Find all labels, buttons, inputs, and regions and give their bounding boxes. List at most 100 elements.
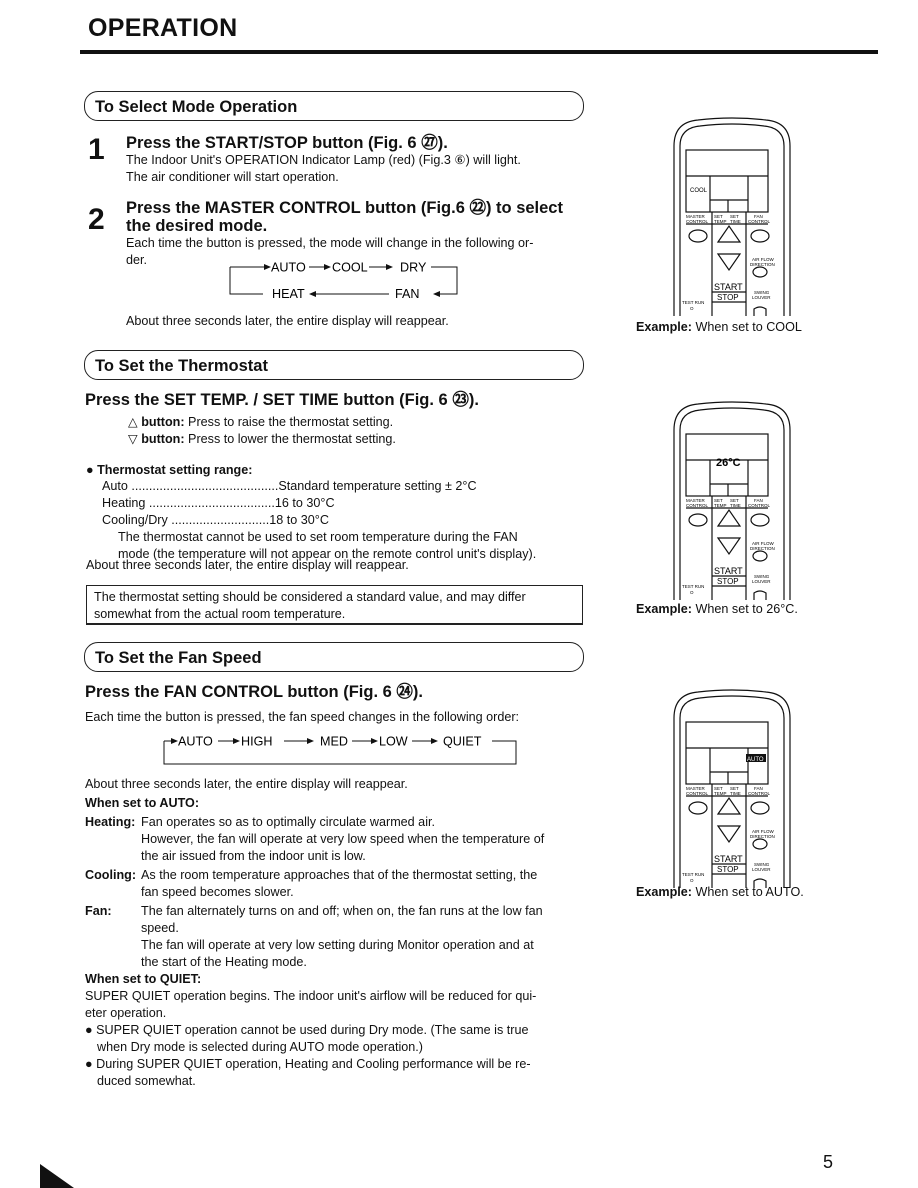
bullet-item: ● SUPER QUIET operation cannot be used d… — [85, 1023, 529, 1054]
remote-label: TEMP — [714, 503, 727, 508]
step-number: 2 — [88, 203, 105, 236]
remote-control-icon: 26°C MASTERCONTROL SETTEMP SETTIME FANCO… — [673, 401, 791, 600]
fan-item: Fan: The fan alternately turns on and of… — [85, 904, 543, 969]
label: Heating: — [85, 815, 136, 829]
range-row: Heating ................................… — [102, 496, 335, 510]
reappear-note: About three seconds later, the entire di… — [85, 777, 408, 791]
remote-label: DIRECTION — [750, 262, 775, 267]
remote-label: CONTROL — [686, 503, 708, 508]
remote-label: TEMP — [714, 219, 727, 224]
label: Fan: — [85, 904, 112, 918]
remote-label: TEST RUN — [682, 300, 704, 305]
quiet-text: eter operation. — [85, 1006, 167, 1020]
cycle-fan: FAN — [395, 287, 420, 301]
remote-label: TEMP — [714, 791, 727, 796]
remote-label: COOL — [690, 188, 708, 194]
reappear-note: About three seconds later, the entire di… — [126, 314, 449, 328]
section-header-fan: To Set the Fan Speed — [84, 642, 584, 672]
section-title: To Set the Thermostat — [95, 357, 268, 375]
page-number: 5 — [823, 1152, 834, 1172]
remote-label: TEST RUN — [682, 584, 704, 589]
cooling-item: Cooling: As the room temperature approac… — [85, 868, 538, 899]
cycle-heat: HEAT — [272, 287, 305, 301]
remote-label: DIRECTION — [750, 546, 775, 551]
section-header-mode: To Select Mode Operation — [84, 91, 584, 121]
cycle-auto: AUTO — [271, 261, 306, 275]
down-button-desc: ▽ button: Press to lower the thermostat … — [128, 431, 396, 448]
remote-label: CONTROL — [748, 219, 770, 224]
cycle-cool: COOL — [332, 261, 368, 275]
remote-label: TEST RUN — [682, 872, 704, 877]
thermostat-note-box: The thermostat setting should be conside… — [86, 585, 583, 625]
step-text: Each time the button is pressed, the mod… — [126, 236, 534, 250]
step-heading: Press the START/STOP button (Fig. 6 ㉗). — [126, 134, 448, 152]
down-triangle-icon: ▽ — [128, 432, 138, 446]
remote-label: O — [690, 306, 694, 311]
range-row: Auto ...................................… — [102, 479, 477, 493]
bullet-icon: ● — [86, 463, 94, 477]
range-title: ● Thermostat setting range: — [86, 462, 252, 479]
remote-control-icon: AUTO MASTERCONTROL SETTEMP SETTIME FANCO… — [673, 689, 791, 888]
thermostat-heading: Press the SET TEMP. / SET TIME button (F… — [85, 391, 479, 409]
range-table: Auto ...................................… — [102, 478, 536, 563]
subheading: When set to AUTO: — [85, 796, 200, 810]
remote-illustration-cool: COOL MASTER CONTROL SET TEMP SET TIME FAN CO… — [668, 116, 798, 321]
fan-mode-note: The thermostat cannot be used to set roo… — [118, 530, 518, 544]
remote-label: 26°C — [716, 457, 741, 469]
remote-label: CONTROL — [748, 791, 770, 796]
remote-label: CONTROL — [686, 219, 708, 224]
example-caption: Example: When set to 26°C. — [636, 602, 798, 616]
remote-label: START — [714, 566, 743, 576]
text: Press to lower the thermostat setting. — [184, 432, 396, 446]
fan-cycle-diagram: AUTO HIGH MED LOW QUIET — [163, 735, 517, 765]
quiet-text: SUPER QUIET operation begins. The indoor… — [85, 989, 537, 1003]
fan-high: HIGH — [241, 735, 272, 749]
example-caption: Example: When set to COOL — [636, 320, 802, 334]
remote-label: O — [690, 878, 694, 883]
step-text: The air conditioner will start operation… — [126, 170, 339, 184]
label: button: — [141, 432, 185, 446]
remote-label: DIRECTION — [750, 834, 775, 839]
fan-intro: Each time the button is pressed, the fan… — [85, 710, 520, 724]
remote-label: STOP — [717, 577, 739, 586]
heating-item: Heating: Fan operates so as to optimally… — [85, 815, 545, 863]
remote-control-icon: COOL MASTERCONTROL SETTEMP SETTIME FANCO… — [673, 117, 791, 316]
label: Thermostat setting range: — [97, 463, 253, 477]
remote-label: AUTO — [747, 757, 764, 763]
up-triangle-icon: △ — [128, 415, 138, 429]
section-header-thermostat: To Set the Thermostat — [84, 350, 584, 380]
section-title: To Select Mode Operation — [95, 98, 298, 116]
step-heading: the desired mode. — [126, 217, 268, 235]
label: button: — [141, 415, 185, 429]
fan-heading: Press the FAN CONTROL button (Fig. 6 ㉔). — [85, 683, 423, 701]
manual-page: OPERATION To Select Mode Operation 1 Pre… — [0, 0, 918, 1188]
remote-label: START — [714, 282, 743, 292]
subheading: When set to QUIET: — [85, 972, 202, 986]
fan-low: LOW — [379, 735, 408, 749]
title-rule — [80, 50, 878, 54]
mode-cycle-diagram: AUTO COOL DRY FAN HEAT — [229, 261, 458, 301]
fan-quiet: QUIET — [443, 735, 482, 749]
page-title: OPERATION — [88, 14, 238, 42]
remote-illustration-temp: 26°C MASTER CONTROL SET TEMP SET TIME FAN CO… — [668, 400, 798, 605]
step-number: 1 — [88, 133, 105, 166]
step-heading: Press the MASTER CONTROL button (Fig.6 ㉒… — [126, 199, 563, 217]
cycle-dry: DRY — [400, 261, 427, 275]
section-title: To Set the Fan Speed — [95, 649, 262, 667]
remote-label: LOUVER — [752, 579, 771, 584]
range-row: Cooling/Dry ............................… — [102, 513, 329, 527]
up-button-desc: △ button: Press to raise the thermostat … — [128, 414, 393, 431]
step-1: Press the START/STOP button (Fig. 6 ㉗). … — [126, 134, 521, 186]
text: Press to raise the thermostat setting. — [184, 415, 394, 429]
step-text: The Indoor Unit's OPERATION Indicator La… — [126, 153, 521, 167]
bullet-item: ● During SUPER QUIET operation, Heating … — [85, 1057, 531, 1088]
remote-label: STOP — [717, 865, 739, 874]
remote-label: LOUVER — [752, 867, 771, 872]
remote-label: O — [690, 590, 694, 595]
corner-mark — [40, 1164, 74, 1188]
remote-label: TIME — [730, 791, 741, 796]
remote-illustration-auto: AUTO MASTER CONTROL SET TEMP SET TIME FAN CO… — [668, 688, 798, 893]
remote-label: CONTROL — [748, 503, 770, 508]
fan-details: About three seconds later, the entire di… — [85, 776, 605, 1090]
label: Cooling: — [85, 868, 137, 882]
